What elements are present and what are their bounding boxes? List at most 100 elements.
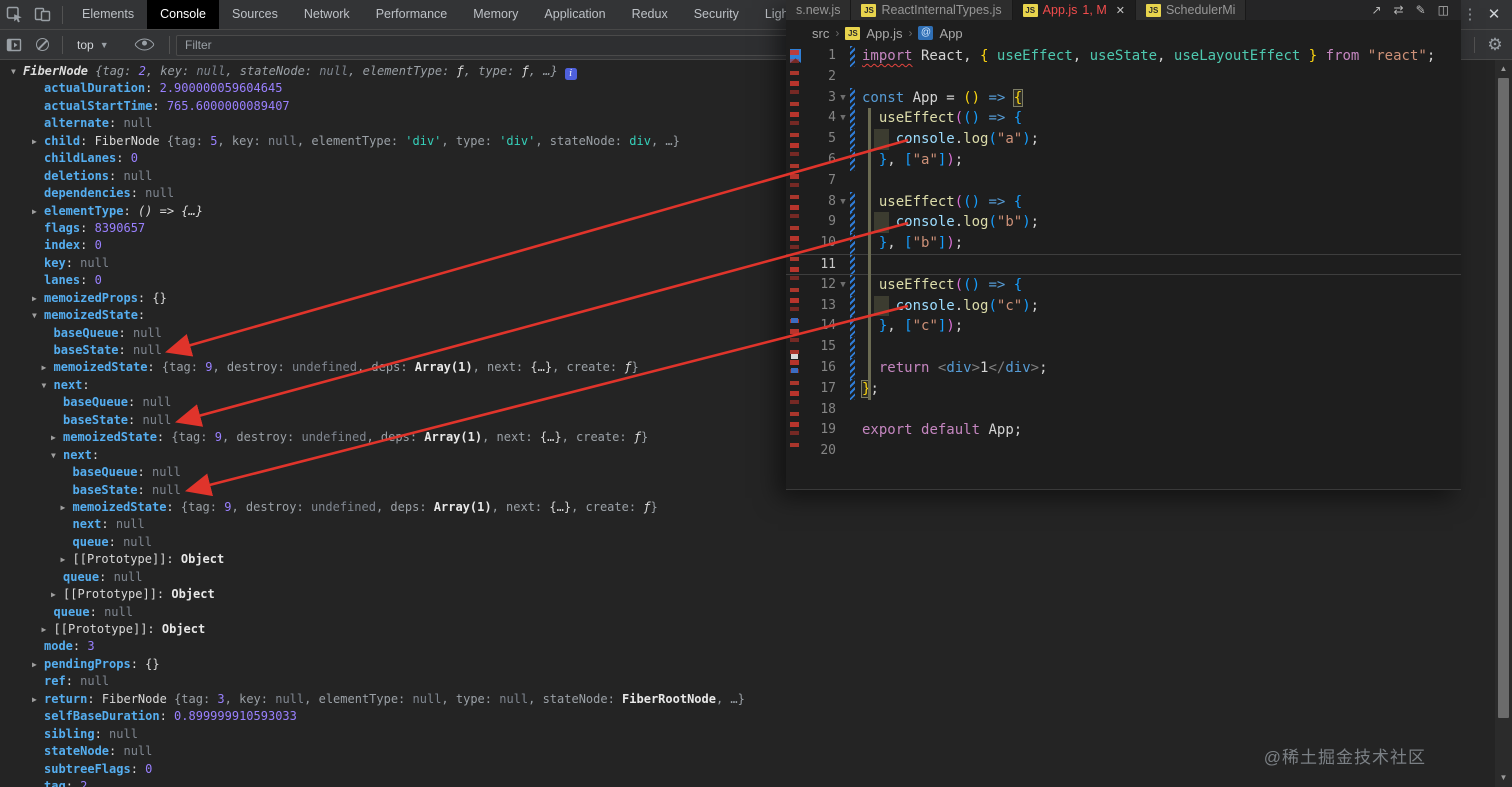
expand-triangle-icon[interactable]: ▶ [51, 586, 56, 603]
expand-triangle-icon[interactable]: ▶ [42, 621, 47, 638]
fold-chevron-icon[interactable]: ▼ [836, 88, 850, 109]
devtools-tabs: Elements Console Sources Network Performance… [69, 0, 839, 29]
settings-gear-icon[interactable]: ⚙ [1484, 32, 1506, 58]
expand-triangle-icon[interactable]: ▶ [42, 359, 47, 376]
console-token: : [116, 151, 131, 166]
code-editor[interactable]: 1 import React, { useEffect, useState, us… [786, 46, 1461, 490]
collapse-triangle-icon[interactable]: ▼ [11, 63, 16, 80]
console-token: } [631, 360, 639, 375]
console-token: {…} [539, 430, 562, 445]
expand-triangle-icon[interactable]: ▶ [61, 499, 66, 516]
live-expression-icon[interactable] [131, 32, 159, 58]
breadcrumb-item[interactable]: src [812, 26, 829, 41]
git-modified-indicator [850, 337, 855, 358]
devtools-tab-console[interactable]: Console [147, 0, 219, 29]
expand-triangle-icon[interactable]: ▶ [32, 203, 37, 220]
more-options-icon[interactable]: ⋮ [1460, 3, 1480, 27]
line-number: 10 [820, 235, 836, 251]
editor-tab-app-js[interactable]: JS App.js 1, M ✕ [1012, 0, 1136, 20]
context-selector[interactable]: top ▼ [69, 38, 117, 52]
console-sidebar-icon[interactable] [0, 32, 28, 58]
code-line-6: 6 }, ["a"]); [786, 149, 1461, 171]
code-token: console [895, 214, 955, 231]
code-line-9: 9 console.log("b"); [786, 212, 1461, 234]
split-editor-icon[interactable]: ◫ [1438, 3, 1449, 17]
scrollbar-thumb[interactable] [1498, 78, 1509, 718]
console-token: : [80, 238, 95, 253]
devtools-tab-elements[interactable]: Elements [69, 0, 147, 29]
inspect-element-icon[interactable] [0, 2, 28, 28]
close-tab-icon[interactable]: ✕ [1116, 4, 1125, 17]
devtools-tab-network[interactable]: Network [291, 0, 363, 29]
scroll-up-icon[interactable]: ▲ [1495, 61, 1512, 77]
info-badge-icon[interactable]: i [564, 68, 577, 80]
console-token: ƒ [521, 64, 529, 78]
code-token: => [988, 193, 1006, 210]
close-icon[interactable]: ✕ [1483, 2, 1505, 28]
devtools-tab-application[interactable]: Application [531, 0, 618, 29]
devtools-tab-sources[interactable]: Sources [219, 0, 291, 29]
minimap[interactable] [790, 50, 799, 452]
devtools-tab-redux[interactable]: Redux [619, 0, 681, 29]
collapse-triangle-icon[interactable]: ▼ [32, 307, 37, 324]
editor-tab-s-new-js[interactable]: s.new.js [786, 0, 852, 20]
devtools-tab-memory[interactable]: Memory [460, 0, 531, 29]
devtools-tab-security[interactable]: Security [681, 0, 752, 29]
code-token: useEffect [878, 276, 955, 293]
editor-tab-schedulermi[interactable]: JS SchedulerMi [1135, 0, 1247, 20]
code-line-2: 2 [786, 67, 1461, 88]
compare-icon[interactable]: ⇄ [1394, 3, 1404, 17]
breadcrumb-item[interactable]: App.js [866, 26, 902, 41]
console-token: , stateNode: [225, 64, 320, 78]
symbol-icon: @ [918, 26, 934, 40]
scroll-down-icon[interactable]: ▼ [1495, 770, 1512, 786]
console-token: : [130, 656, 146, 671]
expand-triangle-icon[interactable]: ▶ [32, 133, 37, 150]
edit-icon[interactable]: ✎ [1416, 3, 1426, 17]
devtools-tab-performance[interactable]: Performance [363, 0, 461, 29]
breadcrumb-item[interactable]: App [939, 26, 962, 41]
console-token: pendingProps [44, 656, 131, 671]
code-token: "c" [912, 318, 938, 335]
expand-triangle-icon[interactable]: ▶ [32, 656, 37, 673]
git-modified-indicator [850, 149, 855, 171]
git-modified-indicator [850, 129, 855, 150]
git-gutter [850, 87, 856, 109]
expand-triangle-icon[interactable]: ▶ [51, 429, 56, 446]
device-toolbar-icon[interactable] [28, 2, 56, 28]
expand-triangle-icon[interactable]: ▶ [32, 691, 37, 708]
git-gutter [850, 149, 856, 171]
code-token: ) [946, 151, 955, 168]
fold-chevron-icon[interactable]: ▼ [836, 275, 850, 296]
editor-tab-reactinternaltypes-js[interactable]: JS ReactInternalTypes.js [851, 0, 1013, 20]
git-gutter [850, 295, 856, 317]
git-modified-indicator [850, 46, 855, 67]
expand-triangle-icon[interactable]: ▶ [32, 290, 37, 307]
code-token: , [887, 151, 905, 168]
code-text: }, ["a"]); [856, 150, 963, 171]
console-token: memoizedState [53, 360, 148, 375]
git-gutter [850, 108, 856, 130]
fold-chevron-icon[interactable]: ▼ [836, 192, 850, 213]
collapse-triangle-icon[interactable]: ▼ [51, 447, 56, 464]
clear-console-icon[interactable] [28, 32, 56, 58]
git-gutter [850, 316, 856, 338]
line-number: 20 [820, 443, 836, 459]
console-object-row: key: null [0, 255, 790, 272]
expand-triangle-icon[interactable]: ▶ [61, 551, 66, 568]
open-changes-icon[interactable]: ↗ [1371, 3, 1381, 17]
git-gutter [850, 212, 856, 234]
console-scrollbar[interactable]: ▲ ▼ [1495, 60, 1512, 787]
console-token: : [152, 98, 167, 113]
console-object-row: ▶ pendingProps: {} [0, 656, 790, 673]
console-object-row: actualDuration: 2.900000059604645 [0, 80, 790, 97]
console-token: : [87, 691, 102, 706]
fold-gutter [836, 358, 850, 379]
context-label: top [77, 37, 94, 52]
collapse-triangle-icon[interactable]: ▼ [42, 377, 47, 394]
fold-chevron-icon[interactable]: ▼ [836, 108, 850, 129]
